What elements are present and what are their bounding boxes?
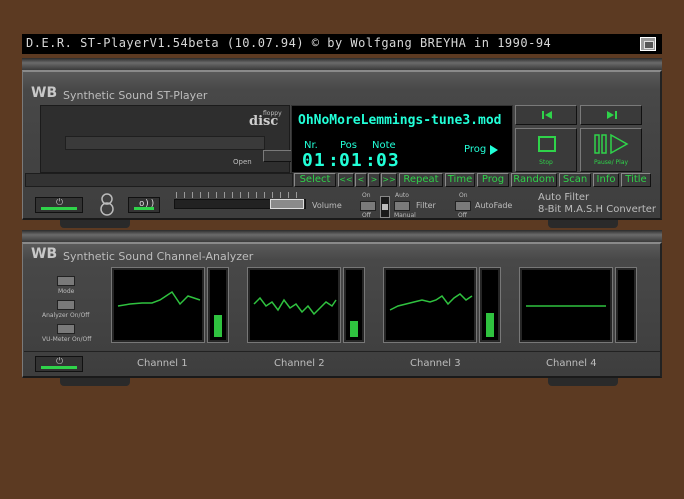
analyzer-divider [24,351,660,352]
power-icon: ⏻ [56,198,64,208]
vumeter-switch[interactable] [57,324,75,334]
player-foot-left [60,220,130,228]
disc-tray: floppy disc Open [40,105,303,173]
forward-fast-button[interactable]: >> [381,173,397,187]
open-label: Open [233,158,252,166]
headphone-jack-button[interactable]: o)) [128,197,160,213]
pause-play-label: Pause/ Play [593,159,629,166]
nr-value: 01 [302,150,326,171]
channel-2-waveform [253,296,337,316]
module-name: OhNoMoreLemmings-tune3.mod [298,113,502,128]
filter-manual-label: Manual [394,212,416,219]
channel-4-waveform [526,305,606,307]
title-button[interactable]: Title [621,173,651,187]
player-brand-logo: WB [31,85,58,101]
pos-value: 01 [339,150,363,171]
filter-mode-knob [382,204,388,210]
analyzer-power-button[interactable]: ⏻ [35,356,83,372]
note-value: 03 [376,150,400,171]
filter-auto-switch[interactable] [394,201,410,211]
next-track-button[interactable] [580,105,642,125]
volume-ticks [176,192,304,198]
autofade-on-label: On [459,192,468,199]
filter-auto-label: Auto [395,192,409,199]
filter-on-label: On [362,192,371,199]
filter-off-label: Off [362,212,371,219]
channel-1-scope [111,267,205,343]
rewind-fast-button[interactable]: << [338,173,354,187]
mode-switch[interactable] [57,276,75,286]
channel-3-vu-meter [479,267,501,343]
channel-1-label: Channel 1 [137,358,188,369]
volume-label: Volume [312,201,342,210]
info-button[interactable]: Info [593,173,619,187]
mode-label: Mode [58,288,75,295]
channel-2-label: Channel 2 [274,358,325,369]
skip-back-icon [542,111,552,119]
pause-play-button[interactable]: Pause/ Play [580,128,642,172]
stop-button[interactable]: Stop [515,128,577,172]
channel-4-label: Channel 4 [546,358,597,369]
vumeter-onoff-label: VU-Meter On/Off [42,336,92,343]
disc-slot [65,136,265,150]
analyzer-heading: Synthetic Sound Channel-Analyzer [63,250,254,263]
stop-label: Stop [539,159,553,166]
window-title-bar[interactable]: D.E.R. ST-PlayerV1.54beta (10.07.94) © b… [22,34,662,54]
channel-1-vu-meter [207,267,229,343]
volume-knob[interactable] [270,199,304,209]
player-heading: Synthetic Sound ST-Player [63,89,208,102]
analyzer-panel-top [22,230,662,242]
channel-2-scope [247,267,341,343]
channel-3-scope [383,267,477,343]
window-title: D.E.R. ST-PlayerV1.54beta (10.07.94) © b… [26,36,552,50]
channel-3-waveform [389,293,473,311]
analyzer-brand-logo: WB [31,246,58,262]
forward-button[interactable]: > [368,173,380,187]
filter-label: Filter [416,201,436,210]
channel-2-vu-meter [343,267,365,343]
channel-1-waveform [117,290,201,307]
channel-3-label: Channel 3 [410,358,461,369]
disc-logo: disc [249,114,279,129]
pause-play-icon [594,133,629,155]
repeat-button[interactable]: Repeat [399,173,443,187]
channel-1-vu-level [214,314,222,337]
converter-line-1: Auto Filter [538,192,590,203]
stop-icon [538,136,556,152]
analyzer-onoff-label: Analyzer On/Off [42,312,90,319]
volume-slider[interactable] [174,192,306,210]
random-button[interactable]: Random [511,173,557,187]
play-indicator-icon [490,145,498,155]
autofade-switch[interactable] [455,201,471,211]
channel-3-vu-level [486,312,494,337]
speaker-icon: o)) [139,199,156,209]
player-power-button[interactable]: ⏻ [35,197,83,213]
scan-button[interactable]: Scan [559,173,591,187]
filter-onoff-switch[interactable] [360,201,376,211]
lcd-display: OhNoMoreLemmings-tune3.mod Nr. Pos Note … [291,105,513,173]
player-foot-right [548,220,618,228]
analyzer-foot-right [548,378,618,386]
analyzer-foot-left [60,378,130,386]
channel-4-vu-meter [615,267,637,343]
autofade-label: AutoFade [475,201,513,210]
prog-button[interactable]: Prog [477,173,509,187]
analyzer-switch[interactable] [57,300,75,310]
skip-forward-icon [607,111,617,119]
headphones-icon [98,192,116,216]
mode-label: Prog [464,144,487,155]
player-panel-top [22,58,662,70]
analyzer-power-icon: ⏻ [56,357,64,367]
time-button[interactable]: Time [445,173,475,187]
window-close-icon[interactable] [640,37,656,51]
filter-mode-slider[interactable] [380,196,390,218]
converter-line-2: 8-Bit M.A.S.H Converter [538,204,657,215]
channel-4-scope [519,267,613,343]
select-button[interactable]: Select [294,173,336,187]
autofade-off-label: Off [458,212,467,219]
channel-2-vu-level [350,321,358,337]
function-bar-blank [25,173,293,187]
previous-track-button[interactable] [515,105,577,125]
rewind-button[interactable]: < [355,173,367,187]
